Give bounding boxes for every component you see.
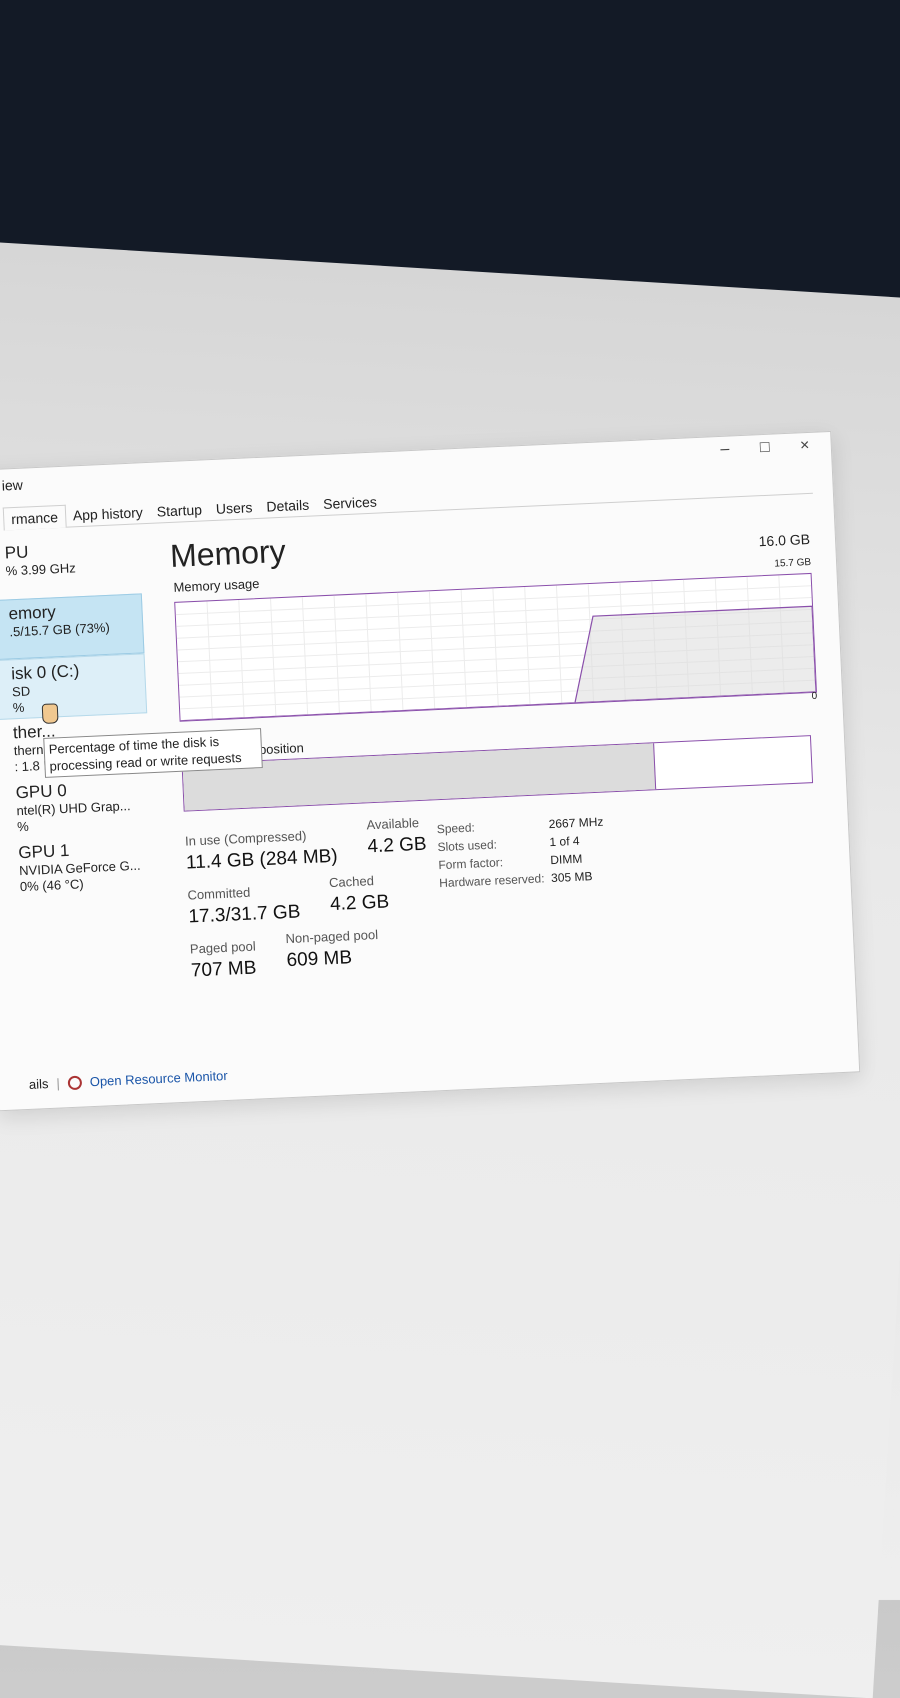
memory-usage-chart	[175, 575, 816, 721]
fewer-details-link[interactable]: ails	[29, 1076, 49, 1092]
stat-value: 707 MB	[190, 957, 257, 982]
close-icon[interactable]: ×	[784, 436, 825, 456]
memory-composition-label: position	[258, 740, 305, 758]
memory-panel: Memory 16.0 GB Memory usage 15.7 GB 0 po…	[169, 509, 841, 1038]
memory-usage-min: 0	[811, 690, 818, 703]
stat-committed: Committed 17.3/31.7 GB	[187, 882, 301, 928]
tab-users[interactable]: Users	[208, 496, 260, 520]
hardware-info: Speed: 2667 MHz Slots used: 1 of 4 Form …	[436, 809, 739, 895]
stat-in-use: In use (Compressed) 11.4 GB (284 MB)	[185, 827, 338, 875]
hand-cursor-icon	[41, 703, 59, 724]
tab-performance[interactable]: rmance	[2, 504, 67, 531]
hw-value: 2667 MHz	[548, 814, 604, 832]
task-manager-window: iew – □ × rmance App history Startup Use…	[0, 430, 861, 1112]
stat-value: 609 MB	[286, 947, 353, 972]
tab-app-history[interactable]: App history	[65, 501, 150, 527]
hw-value: 305 MB	[550, 869, 593, 886]
window-controls: – □ ×	[704, 436, 825, 459]
memory-stats: In use (Compressed) 11.4 GB (284 MB) Ava…	[185, 805, 833, 1034]
stat-label: Non-paged pool	[285, 926, 379, 947]
footer-divider: |	[56, 1075, 61, 1091]
tab-details[interactable]: Details	[259, 493, 317, 518]
stat-cached: Cached 4.2 GB	[329, 872, 390, 916]
stat-label: Paged pool	[189, 938, 257, 957]
stat-label: Committed	[187, 884, 251, 903]
sidebar-item-memory[interactable]: emory .5/15.7 GB (73%)	[0, 593, 145, 661]
hw-value: DIMM	[549, 851, 583, 868]
memory-total: 16.0 GB	[758, 530, 811, 550]
page-title: Memory	[169, 532, 287, 574]
minimize-icon[interactable]: –	[704, 440, 745, 460]
resource-monitor-icon[interactable]	[67, 1075, 83, 1090]
memory-usage-max: 15.7 GB	[774, 556, 812, 570]
footer: ails | Open Resource Monitor	[29, 1068, 228, 1092]
stat-value: 17.3/31.7 GB	[188, 901, 301, 928]
menu-view[interactable]: iew	[1, 477, 23, 494]
memory-usage-graph	[174, 572, 817, 722]
stat-value: 4.2 GB	[329, 891, 390, 916]
stat-label: Cached	[328, 873, 375, 891]
tab-startup[interactable]: Startup	[149, 498, 209, 523]
stat-non-paged-pool: Non-paged pool 609 MB	[285, 927, 379, 972]
tab-services[interactable]: Services	[316, 490, 385, 515]
stat-label: Available	[366, 815, 420, 833]
hw-label: Hardware reserved:	[438, 871, 545, 891]
hw-value: 1 of 4	[549, 833, 580, 850]
stat-value: 4.2 GB	[367, 833, 428, 858]
sidebar: PU % 3.99 GHz emory .5/15.7 GB (73%) isk…	[0, 533, 162, 1040]
stat-available: Available 4.2 GB	[366, 815, 427, 859]
stat-paged-pool: Paged pool 707 MB	[190, 939, 258, 983]
stat-value: 11.4 GB (284 MB)	[185, 845, 339, 874]
memory-usage-label: Memory usage	[173, 575, 260, 595]
sidebar-item-cpu[interactable]: PU % 3.99 GHz	[0, 533, 142, 600]
menu-bar: iew	[1, 477, 23, 494]
maximize-icon[interactable]: □	[744, 438, 785, 458]
sidebar-item-disk[interactable]: isk 0 (C:) SD %	[0, 653, 148, 721]
sidebar-item-gpu0[interactable]: GPU 0 ntel(R) UHD Grap... %	[0, 773, 153, 840]
sidebar-item-gpu1[interactable]: GPU 1 NVIDIA GeForce G... 0% (46 °C)	[0, 833, 155, 900]
open-resource-monitor-link[interactable]: Open Resource Monitor	[89, 1068, 228, 1089]
stat-label: In use (Compressed)	[184, 828, 307, 849]
